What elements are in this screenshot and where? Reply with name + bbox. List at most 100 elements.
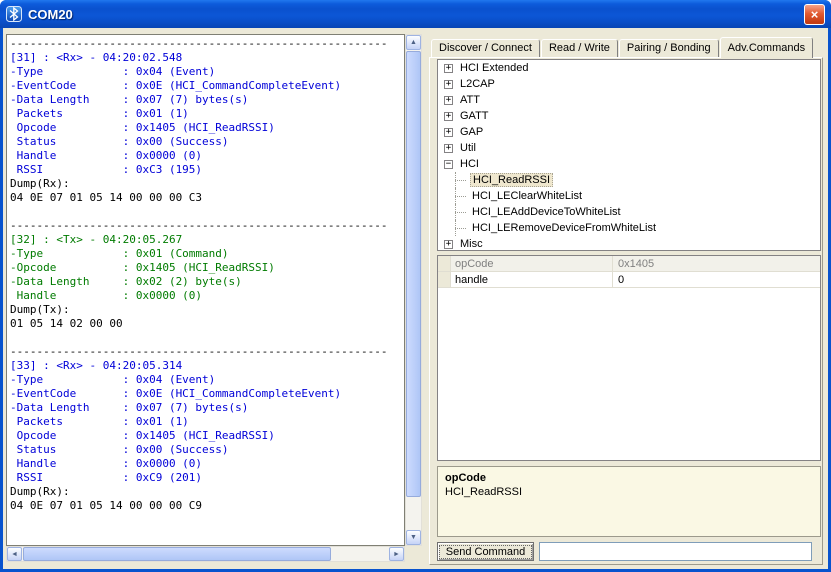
property-value[interactable]: 0x1405	[613, 256, 820, 271]
tree-item-hci-leclearwhitelist[interactable]: HCI_LEClearWhiteList	[438, 188, 820, 204]
log-line: Dump(Tx):	[10, 303, 77, 316]
collapse-icon[interactable]: −	[444, 159, 453, 169]
log-line: [33] : <Rx> - 04:20:05.314	[10, 359, 183, 372]
tree-item-label[interactable]: L2CAP	[458, 77, 497, 91]
log-line: -Opcode : 0x1405 (HCI_ReadRSSI)	[10, 261, 275, 274]
tree-item-label[interactable]: ATT	[458, 93, 482, 107]
expand-icon[interactable]: +	[444, 95, 453, 105]
tree-item-misc[interactable]: + Misc	[438, 236, 820, 250]
tree-item-label[interactable]: Misc	[458, 237, 485, 250]
tab-pairing-bonding[interactable]: Pairing / Bonding	[618, 39, 719, 57]
tree-connector	[444, 188, 470, 204]
log-line: Opcode : 0x1405 (HCI_ReadRSSI)	[10, 429, 275, 442]
tree-item-label[interactable]: GAP	[458, 125, 485, 139]
log-line: RSSI : 0xC9 (201)	[10, 471, 203, 484]
tab-discover-connect[interactable]: Discover / Connect	[431, 39, 540, 57]
log-area[interactable]: ----------------------------------------…	[6, 34, 405, 546]
log-line: -Data Length : 0x07 (7) bytes(s)	[10, 93, 249, 106]
scroll-up-icon[interactable]: ▲	[406, 35, 421, 50]
log-line: Packets : 0x01 (1)	[10, 107, 189, 120]
tree-item-l2cap[interactable]: + L2CAP	[438, 76, 820, 92]
tree-connector	[444, 172, 470, 188]
log-line: Handle : 0x0000 (0)	[10, 457, 203, 470]
tree-item-att[interactable]: + ATT	[438, 92, 820, 108]
log-line: -EventCode : 0x0E (HCI_CommandCompleteEv…	[10, 79, 342, 92]
tree-item-gatt[interactable]: + GATT	[438, 108, 820, 124]
log-line: -Type : 0x04 (Event)	[10, 65, 216, 78]
property-help-panel: opCode HCI_ReadRSSI	[437, 466, 821, 537]
expand-icon[interactable]: +	[444, 127, 453, 137]
log-horizontal-scrollbar[interactable]: ◄ ►	[6, 546, 405, 562]
command-tree[interactable]: + HCI Extended + L2CAP + ATT + GATT + GAP + Util − HC…	[437, 59, 821, 251]
log-line: [31] : <Rx> - 04:20:02.548	[10, 51, 183, 64]
expand-icon[interactable]: +	[444, 111, 453, 121]
expand-icon[interactable]: +	[444, 239, 453, 249]
tree-item-hci-extended[interactable]: + HCI Extended	[438, 60, 820, 76]
scroll-left-icon[interactable]: ◄	[7, 547, 22, 561]
property-gutter	[438, 256, 451, 271]
tree-item-label[interactable]: GATT	[458, 109, 491, 123]
horizontal-scroll-thumb[interactable]	[23, 547, 331, 561]
log-line: Dump(Rx):	[10, 177, 77, 190]
log-line: -Type : 0x04 (Event)	[10, 373, 216, 386]
scroll-down-icon[interactable]: ▼	[406, 530, 421, 545]
log-line: Status : 0x00 (Success)	[10, 443, 229, 456]
help-title: opCode	[445, 472, 486, 484]
log-line: Packets : 0x01 (1)	[10, 415, 189, 428]
log-vertical-scrollbar[interactable]: ▲ ▼	[405, 34, 422, 546]
property-gutter	[438, 272, 451, 287]
log-line: -Type : 0x01 (Command)	[10, 247, 229, 260]
log-line: Status : 0x00 (Success)	[10, 135, 229, 148]
command-input[interactable]	[539, 542, 812, 561]
tree-item-label[interactable]: HCI_ReadRSSI	[470, 173, 554, 187]
scroll-right-icon[interactable]: ►	[389, 547, 404, 561]
tree-item-label[interactable]: HCI_LEClearWhiteList	[470, 189, 584, 203]
log-line: Dump(Rx):	[10, 485, 77, 498]
tree-item-label[interactable]: HCI_LEAddDeviceToWhiteList	[470, 205, 623, 219]
property-row-opcode[interactable]: opCode 0x1405	[438, 256, 820, 272]
log-line: 04 0E 07 01 05 14 00 00 00 C9	[10, 499, 209, 512]
log-line: RSSI : 0xC3 (195)	[10, 163, 203, 176]
property-grid[interactable]: opCode 0x1405 handle 0	[437, 255, 821, 461]
tree-item-label[interactable]: HCI_LERemoveDeviceFromWhiteList	[470, 221, 658, 235]
log-line: ----------------------------------------…	[10, 219, 388, 232]
tree-connector	[444, 204, 470, 220]
tab-adv-commands[interactable]: Adv.Commands	[719, 37, 814, 58]
vertical-scroll-thumb[interactable]	[406, 51, 421, 497]
log-line: ----------------------------------------…	[10, 37, 388, 50]
send-command-label: Send Command	[438, 544, 533, 559]
log-line: -Data Length : 0x07 (7) bytes(s)	[10, 401, 249, 414]
property-row-handle[interactable]: handle 0	[438, 272, 820, 288]
log-line: 01 05 14 02 00 00	[10, 317, 130, 330]
log-line: 04 0E 07 01 05 14 00 00 00 C3	[10, 191, 209, 204]
property-name: handle	[451, 272, 613, 287]
log-line: ----------------------------------------…	[10, 345, 388, 358]
log-line: -Data Length : 0x02 (2) byte(s)	[10, 275, 242, 288]
titlebar[interactable]: COM20 ×	[0, 0, 831, 28]
tree-item-hci-readrssi[interactable]: HCI_ReadRSSI	[438, 172, 820, 188]
tree-item-label[interactable]: Util	[458, 141, 478, 155]
expand-icon[interactable]: +	[444, 63, 453, 73]
tree-item-hci-leremovedevicefromwhitelist[interactable]: HCI_LERemoveDeviceFromWhiteList	[438, 220, 820, 236]
tree-item-label[interactable]: HCI Extended	[458, 61, 530, 75]
tree-connector	[444, 220, 470, 236]
help-text: HCI_ReadRSSI	[445, 486, 523, 498]
expand-icon[interactable]: +	[444, 79, 453, 89]
log-line: -EventCode : 0x0E (HCI_CommandCompleteEv…	[10, 387, 342, 400]
log-line: Handle : 0x0000 (0)	[10, 149, 203, 162]
property-value[interactable]: 0	[613, 272, 820, 287]
tree-item-util[interactable]: + Util	[438, 140, 820, 156]
log-line: [32] : <Tx> - 04:20:05.267	[10, 233, 183, 246]
log-line: Opcode : 0x1405 (HCI_ReadRSSI)	[10, 121, 275, 134]
window-title: COM20	[28, 6, 73, 22]
tab-read-write[interactable]: Read / Write	[540, 39, 618, 57]
tree-item-label[interactable]: HCI	[458, 157, 481, 171]
expand-icon[interactable]: +	[444, 143, 453, 153]
send-command-button[interactable]: Send Command	[437, 542, 534, 561]
tree-item-gap[interactable]: + GAP	[438, 124, 820, 140]
tree-item-hci-leadddevicetowhitelist[interactable]: HCI_LEAddDeviceToWhiteList	[438, 204, 820, 220]
close-button[interactable]: ×	[804, 3, 825, 25]
tree-item-hci[interactable]: − HCI	[438, 156, 820, 172]
bluetooth-icon	[6, 6, 22, 22]
